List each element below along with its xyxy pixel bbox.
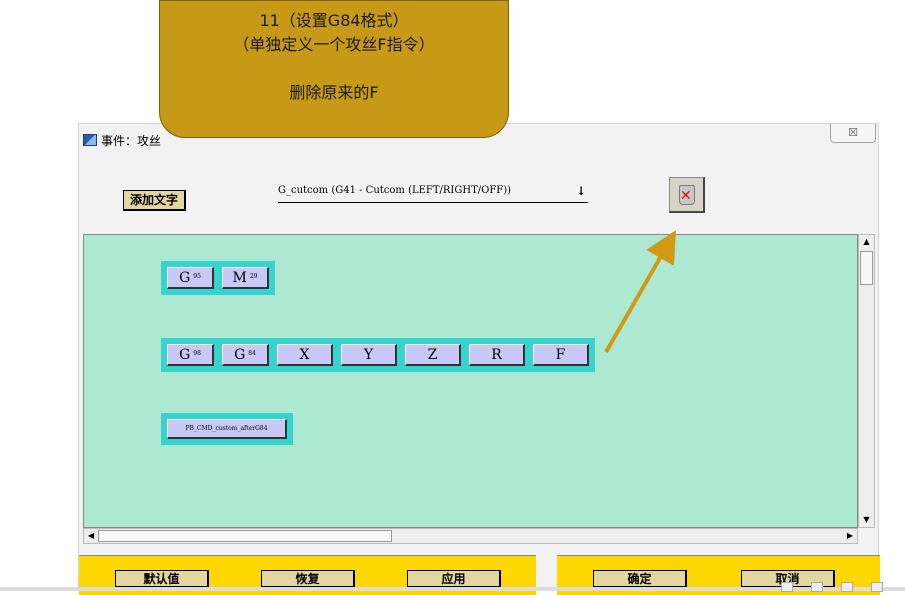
horizontal-scrollbar[interactable]: ◀ ▶ [83, 528, 858, 544]
block-row-1[interactable]: G 95 M 29 [161, 261, 275, 295]
vertical-scrollbar[interactable]: ▲ ▼ [858, 234, 875, 528]
close-button[interactable]: ☒ [830, 124, 876, 143]
ok-button[interactable]: 确定 [593, 570, 687, 588]
word-m29[interactable]: M 29 [222, 267, 269, 289]
word-pb-cmd-custom-afterg84[interactable]: PB_CMD_custom_afterG84 [167, 419, 287, 439]
app-icon [83, 134, 97, 146]
word-g84[interactable]: G 84 [222, 344, 269, 366]
word-f[interactable]: F [533, 344, 589, 366]
scroll-up-icon[interactable]: ▲ [859, 235, 874, 249]
footer-strip [0, 587, 905, 591]
dropdown-arrow-icon[interactable]: ↓ [574, 182, 588, 200]
word-r[interactable]: R [469, 344, 525, 366]
block-row-2[interactable]: G 98 G 84 X Y Z R F [161, 338, 595, 372]
word-x[interactable]: X [277, 344, 333, 366]
event-select[interactable]: G_cutcom (G41 - Cutcom (LEFT/RIGHT/OFF))… [278, 182, 588, 203]
restore-button[interactable]: 恢复 [261, 570, 355, 588]
trash-button[interactable]: ✕ [669, 177, 705, 213]
vertical-scroll-thumb[interactable] [860, 251, 873, 285]
scroll-left-icon[interactable]: ◀ [84, 529, 98, 543]
scroll-right-icon[interactable]: ▶ [843, 529, 857, 543]
block-row-3[interactable]: PB_CMD_custom_afterG84 [161, 413, 293, 445]
delete-x-icon: ✕ [680, 188, 692, 204]
default-button[interactable]: 默认值 [115, 570, 209, 588]
word-g95[interactable]: G 95 [167, 267, 214, 289]
word-g98[interactable]: G 98 [167, 344, 214, 366]
block-canvas[interactable]: G 95 M 29 G 98 G 84 X Y Z R F PB_CMD_custom_… [83, 234, 858, 528]
add-text-button[interactable]: 添加文字 [123, 190, 187, 211]
event-dialog: 事件：攻丝 ☒ 添加文字 G_cutcom (G41 - Cutcom (LEF… [78, 123, 880, 595]
horizontal-scroll-thumb[interactable] [98, 530, 392, 542]
scroll-down-icon[interactable]: ▼ [859, 513, 874, 527]
apply-button[interactable]: 应用 [407, 570, 501, 588]
callout-line-1: 11（设置G84格式） [259, 11, 409, 30]
toolbar: 添加文字 G_cutcom (G41 - Cutcom (LEFT/RIGHT/… [79, 152, 878, 234]
window-title: 事件：攻丝 [101, 134, 162, 148]
event-select-value: G_cutcom (G41 - Cutcom (LEFT/RIGHT/OFF)) [278, 185, 511, 196]
callout-line-2: （单独定义一个攻丝F指令） [233, 35, 435, 54]
word-z[interactable]: Z [405, 344, 461, 366]
instruction-callout: 11（设置G84格式） （单独定义一个攻丝F指令） 删除原来的F [159, 0, 509, 138]
word-y[interactable]: Y [341, 344, 397, 366]
callout-line-3: 删除原来的F [289, 83, 379, 102]
